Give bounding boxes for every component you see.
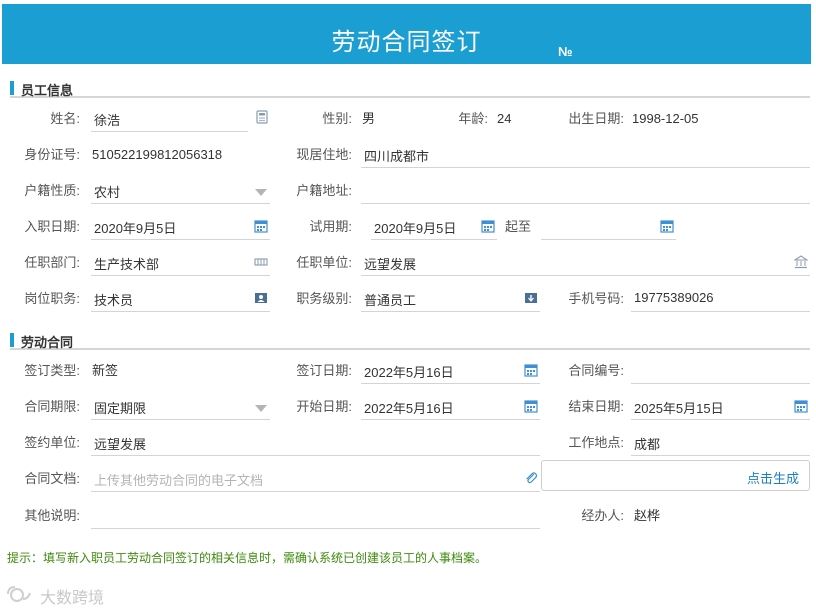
other-label: 其他说明: [24, 508, 80, 523]
page-title: 劳动合同签订 [331, 29, 482, 56]
hukou-type-label: 户籍性质: [24, 183, 80, 198]
calendar-icon[interactable] [794, 399, 808, 413]
contract-number-label: 合同编号: [568, 363, 624, 378]
workplace-field[interactable]: 成都 [631, 430, 810, 456]
probation-end-field[interactable] [541, 214, 676, 240]
generate-button[interactable]: 点击生成 [541, 460, 810, 491]
entry-date-label: 入职日期: [24, 219, 80, 234]
phone-label: 手机号码: [568, 291, 624, 306]
age-value: 24 [497, 111, 512, 126]
start-date-field[interactable]: 2022年5月16日 [361, 394, 540, 420]
page-header: 劳动合同签订 № [2, 4, 811, 64]
unit-field[interactable]: 远望发展 [361, 250, 810, 276]
other-field[interactable] [91, 503, 540, 529]
calendar-icon[interactable] [660, 219, 674, 233]
sign-type-label: 签订类型: [24, 363, 80, 378]
probation-start-field[interactable]: 2020年9月5日 [371, 214, 497, 240]
level-label: 职务级别: [296, 291, 352, 306]
handler-value: 赵桦 [634, 508, 661, 523]
section-labor-contract: 劳动合同 [10, 330, 810, 350]
id-card-icon[interactable] [254, 291, 268, 305]
section-title: 员工信息 [21, 83, 74, 98]
paperclip-icon[interactable] [524, 471, 538, 485]
residence-label: 现居住地: [296, 147, 352, 162]
hukou-addr-label: 户籍地址: [296, 183, 352, 198]
org-chart-icon[interactable] [254, 255, 268, 269]
term-label: 合同期限: [24, 399, 80, 414]
idcard-label: 身份证号: [24, 147, 80, 162]
end-date-label: 结束日期: [568, 399, 624, 414]
bank-icon[interactable] [793, 255, 809, 269]
doc-upload-field[interactable]: 上传其他劳动合同的电子文档 [91, 466, 540, 492]
sign-date-label: 签订日期: [296, 363, 352, 378]
idcard-value: 510522199812056318 [92, 147, 223, 162]
name-field[interactable]: 徐浩 [91, 106, 248, 132]
contract-number-field[interactable] [631, 358, 810, 384]
download-icon[interactable] [524, 291, 538, 305]
name-label: 姓名: [50, 111, 80, 126]
dept-field[interactable]: 生产技术部 [91, 250, 270, 276]
calendar-icon[interactable] [524, 363, 538, 377]
probation-label: 试用期: [309, 219, 352, 234]
hukou-addr-field[interactable] [361, 178, 810, 204]
level-field[interactable]: 普通员工 [361, 286, 540, 312]
gender-label: 性别: [322, 111, 352, 126]
calendar-icon[interactable] [481, 219, 495, 233]
sign-type-value: 新签 [92, 363, 119, 378]
workplace-label: 工作地点: [568, 435, 624, 450]
phone-field[interactable]: 19775389026 [631, 286, 810, 312]
doc-label: 合同文档: [24, 471, 80, 486]
sign-unit-field[interactable]: 远望发展 [91, 430, 540, 456]
position-field[interactable]: 技术员 [91, 286, 270, 312]
calendar-icon[interactable] [254, 219, 268, 233]
contract-number-mark: № [558, 44, 573, 59]
term-select[interactable]: 固定期限 [91, 394, 270, 420]
dropdown-arrow-icon [254, 185, 268, 199]
sign-date-field[interactable]: 2022年5月16日 [361, 358, 540, 384]
position-label: 岗位职务: [24, 291, 80, 306]
dropdown-arrow-icon [254, 401, 268, 415]
handler-label: 经办人: [581, 508, 624, 523]
dept-label: 任职部门: [24, 255, 80, 270]
calendar-icon[interactable] [524, 399, 538, 413]
end-date-field[interactable]: 2025年5月15日 [631, 394, 810, 420]
birth-label: 出生日期: [568, 111, 624, 126]
watermark-text: 大数跨境 [40, 590, 105, 607]
hint-text: 提示：填写新入职员工劳动合同签订的相关信息时，需确认系统已创建该员工的人事档案。 [7, 551, 488, 565]
section-employee-info: 员工信息 [10, 78, 810, 98]
gender-value: 男 [362, 111, 376, 126]
start-date-label: 开始日期: [296, 399, 352, 414]
residence-field[interactable]: 四川成都市 [361, 142, 810, 168]
entry-date-field[interactable]: 2020年9月5日 [91, 214, 270, 240]
probation-to-label: 起至 [505, 219, 532, 234]
calculator-icon[interactable] [255, 110, 269, 124]
sign-unit-label: 签约单位: [24, 435, 80, 450]
unit-label: 任职单位: [296, 255, 352, 270]
age-label: 年龄: [458, 111, 488, 126]
birth-value: 1998-12-05 [632, 111, 699, 126]
hukou-type-select[interactable]: 农村 [91, 178, 270, 204]
watermark-logo-icon [6, 585, 34, 603]
section-title: 劳动合同 [21, 335, 74, 350]
